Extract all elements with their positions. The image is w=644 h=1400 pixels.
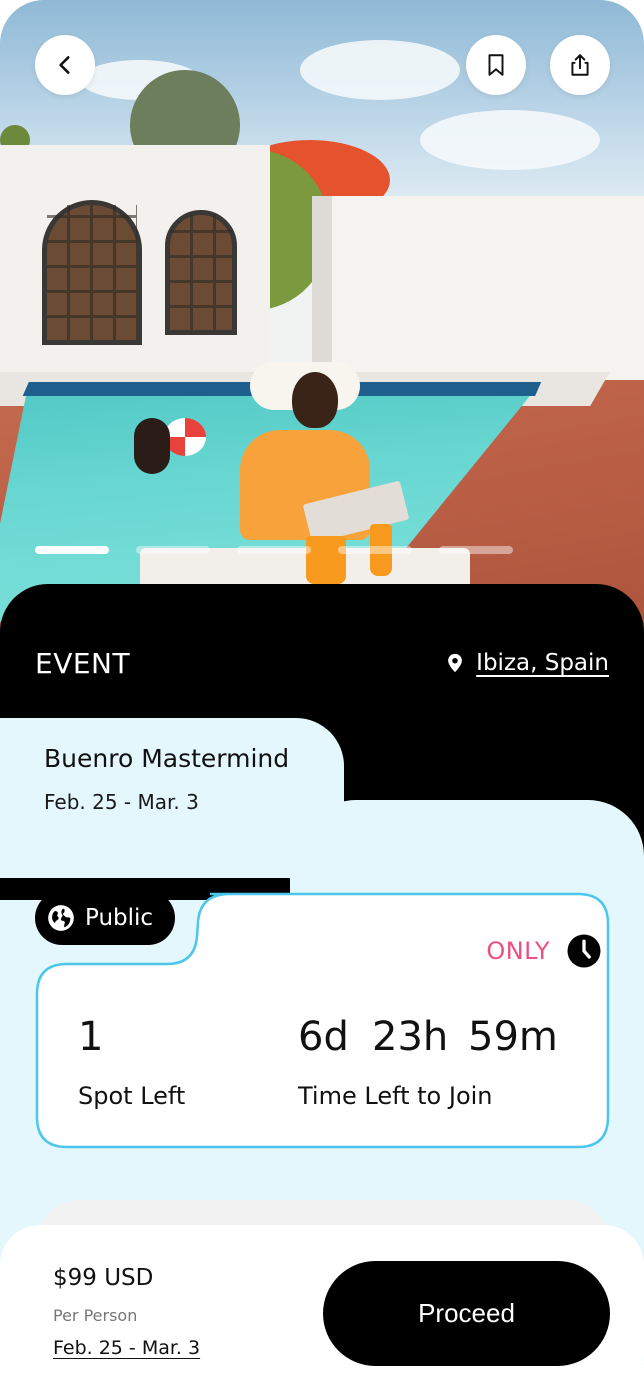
map-pin-icon <box>448 653 463 673</box>
visibility-label: Public <box>85 905 154 931</box>
chevron-left-icon <box>59 56 70 74</box>
location-text: Ibiza, Spain <box>476 650 609 676</box>
only-indicator: ONLY <box>486 933 602 969</box>
time-left-label: Time Left to Join <box>298 1082 493 1110</box>
share-button[interactable] <box>550 35 610 95</box>
event-hero-photo[interactable] <box>0 0 644 640</box>
carousel-dot[interactable] <box>439 546 513 554</box>
spots-left-label: Spot Left <box>78 1082 186 1110</box>
carousel-dot[interactable] <box>338 546 412 554</box>
price-unit-label: Per Person <box>53 1306 138 1325</box>
footer-dates-link[interactable]: Feb. 25 - Mar. 3 <box>53 1337 200 1359</box>
event-location-link[interactable]: Ibiza, Spain <box>444 650 609 676</box>
time-left-hours: 23h <box>372 1014 449 1060</box>
clock-icon <box>567 934 601 968</box>
bookmark-button[interactable] <box>466 35 526 95</box>
time-left-days: 6d <box>298 1014 349 1060</box>
proceed-button[interactable]: Proceed <box>323 1261 610 1366</box>
spots-left-value: 1 <box>78 1014 104 1060</box>
event-dates: Feb. 25 - Mar. 3 <box>44 790 199 814</box>
only-label: ONLY <box>486 937 550 965</box>
carousel-indicator <box>35 546 610 554</box>
price-value: $99 USD <box>53 1265 154 1291</box>
carousel-dot[interactable] <box>136 546 210 554</box>
carousel-dot[interactable] <box>35 546 109 554</box>
share-icon <box>571 54 589 76</box>
time-left-minutes: 59m <box>468 1014 558 1060</box>
bookmark-icon <box>488 54 504 76</box>
back-button[interactable] <box>35 35 95 95</box>
visibility-badge: Public <box>35 891 176 945</box>
carousel-dot[interactable] <box>237 546 311 554</box>
event-title: Buenro Mastermind <box>44 744 290 773</box>
globe-icon <box>48 905 74 931</box>
event-category-label: EVENT <box>35 647 131 680</box>
event-detail-screen: EVENT Ibiza, Spain Buenro Mastermind Feb… <box>0 0 644 1400</box>
